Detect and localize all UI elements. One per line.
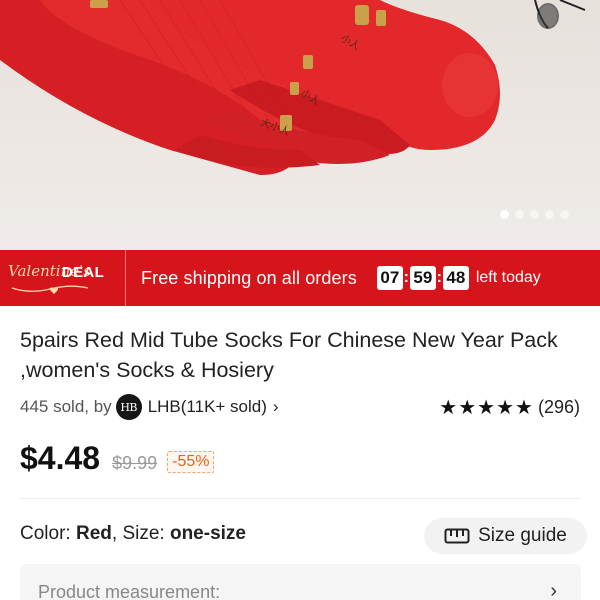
store-link[interactable]: LHB(11K+ sold): [148, 397, 267, 417]
carousel-indicator[interactable]: [500, 210, 569, 219]
product-measurement-row[interactable]: Product measurement: ›: [20, 564, 581, 600]
heart-swirl-icon: [11, 285, 89, 294]
timer-minutes: 59: [409, 266, 436, 290]
option-separator: ,: [111, 523, 123, 544]
chevron-right-icon: ›: [550, 580, 557, 600]
star-icon: ★: [458, 396, 478, 419]
countdown-timer: 07 : 59 : 48: [376, 266, 469, 290]
star-icon: ★: [496, 396, 516, 419]
timer-suffix: left today: [475, 269, 541, 286]
selected-options[interactable]: Color: Red, Size: one-size: [20, 523, 246, 545]
deal-banner: Valentine's DEAL Free shipping on all or…: [0, 250, 600, 306]
size-value: one-size: [169, 523, 246, 544]
half-star-icon: ★: [515, 396, 534, 419]
ruler-icon: [444, 528, 470, 544]
product-title: 5pairs Red Mid Tube Socks For Chinese Ne…: [20, 328, 558, 382]
deal-logo-word: DEAL: [62, 264, 105, 281]
star-icon: ★: [477, 396, 497, 419]
color-value: Red: [75, 523, 112, 544]
review-count: (296): [537, 396, 580, 417]
timer-seconds: 48: [442, 266, 469, 290]
product-image-carousel[interactable]: 小人 小人 大小人: [0, 0, 600, 250]
size-guide-label: Size guide: [478, 525, 567, 546]
store-avatar[interactable]: HB: [115, 394, 142, 420]
chevron-right-icon[interactable]: ›: [273, 397, 279, 417]
product-measurement-label: Product measurement:: [38, 582, 221, 600]
star-icon: ★: [439, 396, 459, 419]
valentines-deal-logo: Valentine's DEAL: [0, 250, 126, 306]
original-price: $9.99: [112, 453, 158, 473]
free-shipping-text: Free shipping on all orders: [141, 267, 357, 288]
discount-badge: -55%: [167, 451, 215, 473]
divider: [20, 498, 580, 499]
carousel-dot[interactable]: [530, 210, 539, 219]
star-rating: ★★★★★: [439, 395, 534, 420]
carousel-dot[interactable]: [545, 210, 554, 219]
color-label: Color:: [20, 523, 71, 544]
timer-separator: :: [436, 269, 442, 286]
timer-hours: 07: [376, 266, 403, 290]
carousel-dot[interactable]: [515, 210, 524, 219]
price-row: $4.48 $9.99 -55%: [20, 440, 215, 477]
rating-summary[interactable]: ★★★★★ (296): [439, 395, 580, 420]
product-meta-row: 445 sold, by HB LHB(11K+ sold) › ★★★★★ (…: [20, 394, 580, 420]
carousel-dot[interactable]: [500, 210, 509, 219]
sold-count: 445 sold, by: [20, 397, 112, 416]
carousel-dot[interactable]: [560, 210, 569, 219]
size-guide-button[interactable]: Size guide: [424, 518, 587, 554]
timer-separator: :: [403, 269, 409, 286]
current-price: $4.48: [20, 440, 101, 476]
size-label: Size:: [122, 523, 165, 544]
